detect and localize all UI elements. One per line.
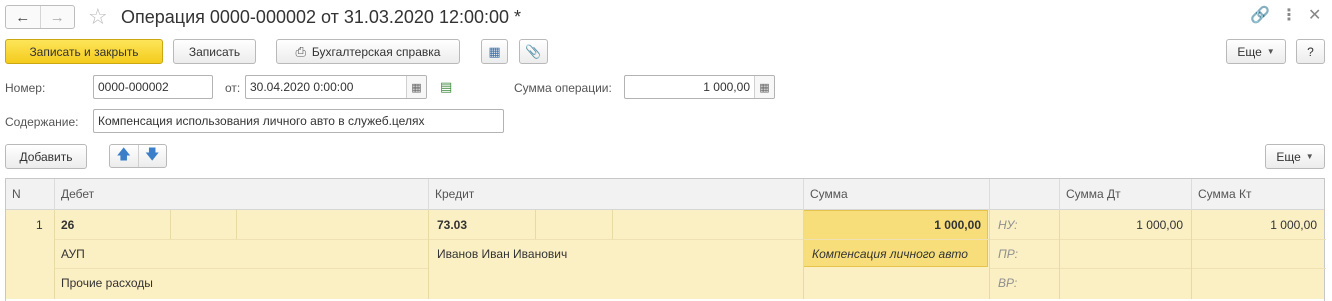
content-field[interactable]: Компенсация использования личного авто в… [93, 109, 504, 133]
date-value: 30.04.2020 0:00:00 [250, 80, 354, 94]
header-sum-dt[interactable]: Сумма Дт [1059, 179, 1191, 210]
add-row-button[interactable]: Добавить [5, 144, 87, 169]
arrow-left-icon: ← [15, 8, 31, 26]
star-icon[interactable]: ☆ [88, 5, 108, 29]
move-down-button[interactable]: 🡇 [137, 145, 167, 167]
arrow-down-icon: 🡇 [145, 146, 160, 162]
arrow-up-icon: 🡅 [116, 146, 131, 162]
cell-credit-subconto-1[interactable]: Иванов Иван Иванович [437, 247, 567, 261]
cell-sum[interactable]: 1 000,00 [803, 218, 981, 232]
forward-button[interactable]: → [39, 6, 75, 28]
printer-icon: ⎙ [295, 43, 306, 59]
row-divider [54, 239, 1326, 240]
caret-down-icon: ▼ [1266, 47, 1275, 56]
help-label: ? [1307, 44, 1314, 59]
header-debit[interactable]: Дебет [54, 179, 428, 210]
column-divider [170, 210, 171, 239]
date-field[interactable]: 30.04.2020 0:00:00 ▦ [245, 75, 427, 99]
cell-n: 1 [36, 218, 43, 232]
header-sum[interactable]: Сумма [803, 179, 989, 210]
table-more-label: Еще [1276, 149, 1301, 164]
header-n[interactable]: N [6, 179, 54, 210]
sum-value: 1 000,00 [703, 80, 750, 94]
header-credit[interactable]: Кредит [428, 179, 803, 210]
column-divider [54, 210, 55, 299]
column-divider [535, 210, 536, 239]
sum-label: Сумма операции: [514, 81, 612, 95]
date-label: от: [225, 81, 241, 95]
row-divider [989, 268, 1326, 269]
cell-sum-kt[interactable]: 1 000,00 [1191, 218, 1317, 232]
table-header: N Дебет Кредит Сумма Сумма Дт Сумма Кт [6, 179, 1324, 210]
link-icon[interactable]: 🔗 [1250, 6, 1270, 26]
calculator-icon[interactable]: ▦ [754, 76, 774, 98]
more-vertical-icon[interactable]: ⋮ [1281, 6, 1297, 26]
header-sum-kt[interactable]: Сумма Кт [1191, 179, 1326, 210]
cell-sum-dt[interactable]: 1 000,00 [1059, 218, 1183, 232]
add-label: Добавить [19, 149, 73, 164]
cell-debit-subconto-1[interactable]: АУП [61, 247, 85, 261]
cell-credit-account[interactable]: 73.03 [437, 218, 467, 232]
arrow-right-icon: → [49, 8, 65, 26]
column-divider [989, 210, 990, 299]
vr-label: ВР: [998, 276, 1018, 290]
column-divider [428, 210, 429, 299]
back-button[interactable]: ← [6, 6, 40, 28]
cell-debit-subconto-2[interactable]: Прочие расходы [61, 276, 153, 290]
hierarchy-icon: ▦ [488, 43, 501, 59]
help-button[interactable]: ? [1296, 39, 1325, 64]
more-menu-button[interactable]: Еще ▼ [1226, 39, 1286, 64]
calendar-icon[interactable]: ▦ [406, 76, 426, 98]
cell-debit-account[interactable]: 26 [61, 218, 74, 232]
save-and-close-button[interactable]: Записать и закрыть [5, 39, 163, 64]
number-label: Номер: [5, 81, 46, 95]
paperclip-icon: 📎 [525, 43, 542, 59]
cell-comment[interactable]: Компенсация личного авто [812, 247, 968, 261]
number-field[interactable]: 0000-000002 [93, 75, 213, 99]
table-row[interactable]: 1 26 АУП Прочие расходы 73.03 Иванов Ива… [6, 210, 1326, 299]
pr-label: ПР: [998, 247, 1018, 261]
content-value: Компенсация использования личного авто в… [98, 114, 425, 128]
column-divider [236, 210, 237, 239]
document-check-icon[interactable]: ▤ [440, 79, 452, 95]
nu-label: НУ: [998, 218, 1018, 232]
entries-table[interactable]: N Дебет Кредит Сумма Сумма Дт Сумма Кт 1… [5, 178, 1326, 301]
structure-button[interactable]: ▦ [481, 39, 508, 64]
move-up-button[interactable]: 🡅 [110, 145, 138, 167]
window-title: Операция 0000-000002 от 31.03.2020 12:00… [121, 7, 522, 27]
close-icon[interactable]: ✕ [1308, 6, 1321, 26]
table-more-button[interactable]: Еще ▼ [1265, 144, 1325, 169]
attach-button[interactable]: 📎 [519, 39, 548, 64]
accounting-report-label: Бухгалтерская справка [311, 44, 441, 59]
more-label: Еще [1237, 44, 1262, 59]
column-divider [612, 210, 613, 239]
navigation-buttons: ← → [5, 5, 75, 29]
move-buttons: 🡅 🡇 [109, 144, 167, 168]
accounting-report-button[interactable]: ⎙ Бухгалтерская справка [276, 39, 460, 64]
save-and-close-label: Записать и закрыть [29, 44, 139, 59]
number-value: 0000-000002 [98, 80, 169, 94]
content-label: Содержание: [5, 115, 79, 129]
sum-field[interactable]: 1 000,00 ▦ [624, 75, 775, 99]
save-label: Записать [188, 44, 241, 59]
save-button[interactable]: Записать [173, 39, 256, 64]
caret-down-icon: ▼ [1305, 152, 1314, 161]
header-type[interactable] [989, 179, 1059, 210]
row-divider [54, 268, 428, 269]
